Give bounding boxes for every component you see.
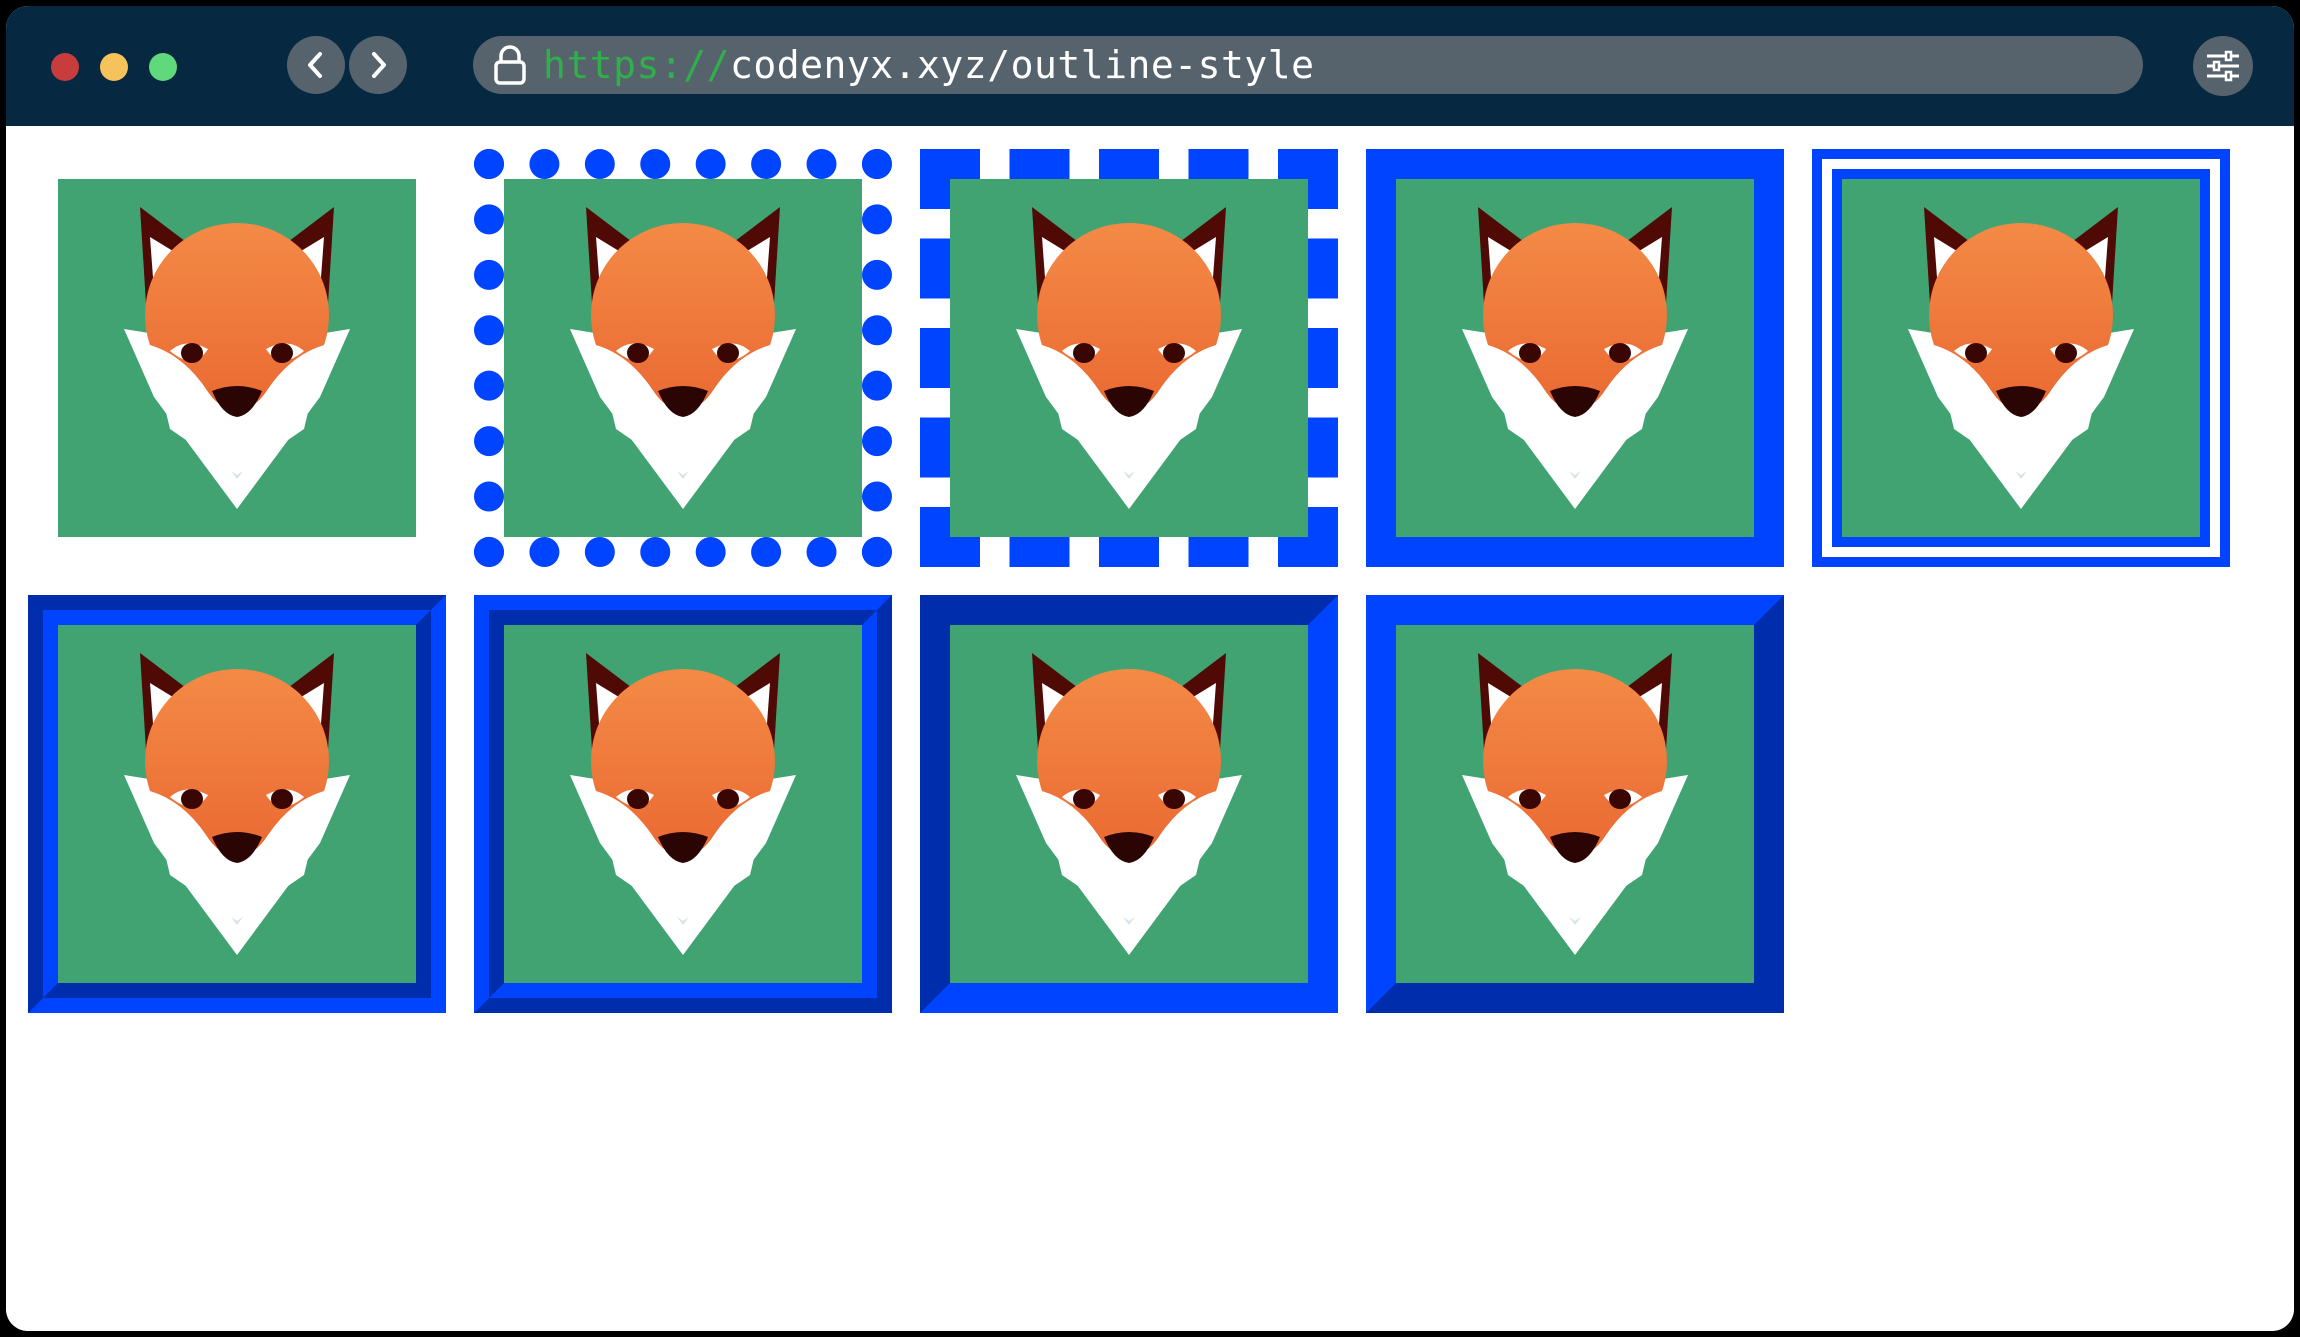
minimize-window-button[interactable] — [100, 53, 128, 81]
close-window-button[interactable] — [51, 53, 79, 81]
settings-button[interactable] — [2193, 36, 2253, 96]
fox-image-none — [58, 179, 416, 537]
fox-image-dotted — [474, 149, 892, 567]
fox-image-dashed — [920, 149, 1338, 567]
fox-image-groove — [28, 595, 446, 1013]
fox-image — [58, 179, 416, 537]
chevron-right-icon — [372, 52, 386, 78]
page-content — [6, 126, 2294, 1331]
sliders-icon — [2207, 50, 2239, 82]
fox-image-double — [1812, 149, 2230, 567]
browser-toolbar: https://codenyx.xyz/outline-style — [6, 6, 2294, 126]
url-host-path: codenyx.xyz/outline-style — [730, 43, 1315, 87]
fox-image — [58, 625, 416, 983]
url-text[interactable]: https://codenyx.xyz/outline-style — [543, 43, 1314, 87]
lock-icon — [491, 43, 529, 87]
fox-image-ridge — [474, 595, 892, 1013]
maximize-window-button[interactable] — [149, 53, 177, 81]
fox-image-inset — [920, 595, 1338, 1013]
fox-image — [950, 179, 1308, 537]
browser-window: https://codenyx.xyz/outline-style — [6, 6, 2294, 1331]
fox-image — [504, 625, 862, 983]
fox-image — [1396, 625, 1754, 983]
fox-image — [950, 625, 1308, 983]
fox-image — [1396, 179, 1754, 537]
fox-image-solid — [1366, 149, 1784, 567]
fox-image-outset — [1366, 595, 1784, 1013]
chevron-left-icon — [308, 52, 322, 78]
back-button[interactable] — [287, 36, 345, 94]
url-scheme: https:// — [543, 43, 731, 87]
fox-image — [1842, 179, 2200, 537]
forward-button[interactable] — [349, 36, 407, 94]
address-bar[interactable]: https://codenyx.xyz/outline-style — [473, 36, 2143, 94]
fox-image — [504, 179, 862, 537]
